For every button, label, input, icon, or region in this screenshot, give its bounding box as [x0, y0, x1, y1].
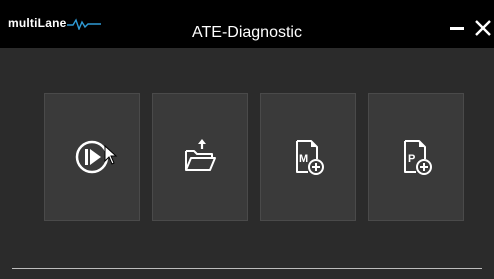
app-window: multiLane ATE-Diagnostic M P: [0, 0, 494, 279]
new-project-button[interactable]: P: [368, 93, 464, 221]
module-letter: M: [299, 153, 308, 165]
minimize-button[interactable]: [448, 18, 468, 38]
new-module-file-icon: M: [296, 140, 324, 175]
close-icon: [475, 20, 491, 36]
run-button[interactable]: [44, 93, 140, 221]
bottom-divider: [12, 268, 482, 269]
run-icon: [75, 140, 109, 174]
main-content: M P: [0, 48, 494, 279]
close-button[interactable]: [474, 18, 494, 38]
open-folder-icon: [185, 139, 216, 171]
new-project-file-icon: P: [404, 140, 432, 175]
minimize-icon: [450, 27, 464, 30]
window-title: ATE-Diagnostic: [192, 24, 302, 41]
open-folder-button[interactable]: [152, 93, 248, 221]
new-module-button[interactable]: M: [260, 93, 356, 221]
title-bar[interactable]: multiLane ATE-Diagnostic: [0, 0, 494, 48]
project-letter: P: [408, 153, 415, 165]
